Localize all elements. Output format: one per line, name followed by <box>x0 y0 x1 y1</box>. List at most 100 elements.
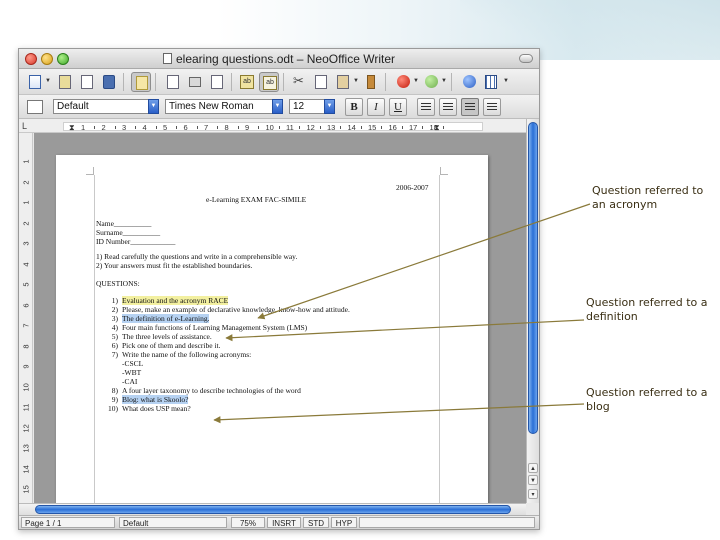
insert-table-button[interactable] <box>481 72 501 92</box>
font-size-dropdown-icon[interactable]: ▼ <box>324 99 335 114</box>
copy-icon <box>315 75 327 89</box>
vertical-ruler-tick-label: 1 <box>21 159 31 164</box>
spellcheck-button[interactable]: ab <box>237 72 257 92</box>
question-text-highlighted: Evaluation and the acronym RACE <box>122 296 229 305</box>
toolbar-separator <box>155 73 156 91</box>
redo-button[interactable] <box>421 72 441 92</box>
ruler-tick-label: 8 <box>224 123 229 132</box>
ruler-tick-label: 5 <box>163 123 168 132</box>
hyperlink-mode-indicator[interactable]: HYP <box>331 517 357 528</box>
ruler-tick-mark <box>94 126 96 129</box>
horizontal-scroll-thumb[interactable] <box>35 505 511 514</box>
ruler-tick-label: 2 <box>101 123 106 132</box>
ruler-tick-mark <box>299 126 301 129</box>
document-page[interactable]: 2006-2007 e-Learning EXAM FAC-SIMILE Nam… <box>56 155 488 503</box>
vertical-ruler-tick-label: 2 <box>21 220 31 226</box>
align-left-button[interactable] <box>417 98 435 116</box>
name-field: Name__________ <box>96 219 152 228</box>
ruler-tick-mark <box>135 126 137 129</box>
copy-button[interactable] <box>311 72 331 92</box>
document-area[interactable]: 2006-2007 e-Learning EXAM FAC-SIMILE Nam… <box>34 133 526 503</box>
autospellcheck-button[interactable]: ab <box>259 72 279 92</box>
instruction-2: 2) Your answers must fit the established… <box>96 261 253 270</box>
vertical-scroll-thumb[interactable] <box>528 122 538 434</box>
paste-button[interactable] <box>333 72 353 92</box>
ruler-tick-label: 10 <box>265 123 274 132</box>
page-indicator[interactable]: Page 1 / 1 <box>21 517 115 528</box>
ruler-tick-label: 1 <box>81 123 86 132</box>
right-indent-marker[interactable]: ⧗ <box>434 123 440 133</box>
vertical-ruler[interactable]: 1 2 1 2 3 4 5 6 7 8 9 10 11 12 13 14 15 <box>19 133 33 503</box>
ruler-tick-label: 11 <box>286 123 294 132</box>
cut-button[interactable]: ✂ <box>289 72 309 92</box>
ruler-tick-mark <box>237 126 239 129</box>
page-style-indicator[interactable]: Default <box>119 517 227 528</box>
font-name-select[interactable]: Times New Roman ▼ <box>165 99 283 114</box>
new-dropdown-arrow-icon[interactable]: ▼ <box>45 78 51 84</box>
open-button[interactable] <box>55 72 75 92</box>
toolbar-toggle-button[interactable] <box>519 54 533 63</box>
new-document-button[interactable] <box>25 72 45 92</box>
paragraph-style-dropdown-icon[interactable]: ▼ <box>148 99 159 114</box>
justify-button[interactable] <box>483 98 501 116</box>
vertical-scrollbar[interactable]: ▲ ▼ ▾ <box>526 119 539 503</box>
vertical-ruler-tick-label: 5 <box>21 282 31 287</box>
question-number: 6) <box>111 341 118 350</box>
paste-dropdown-arrow-icon[interactable]: ▼ <box>353 78 359 84</box>
undo-dropdown-arrow-icon[interactable]: ▼ <box>413 78 419 84</box>
ruler-tick-label: 6 <box>183 123 188 132</box>
scroll-down-button[interactable]: ▼ <box>528 475 538 485</box>
ruler-tick-label: 17 <box>409 123 418 132</box>
edit-mode-button[interactable] <box>131 72 151 92</box>
selection-mode-indicator[interactable]: STD <box>303 517 329 528</box>
bold-button[interactable]: B <box>345 98 363 116</box>
save-button[interactable] <box>77 72 97 92</box>
page-preview-button[interactable] <box>207 72 227 92</box>
ruler-tick-label: 7 <box>204 123 209 132</box>
align-right-button[interactable] <box>461 98 479 116</box>
print-button[interactable] <box>185 72 205 92</box>
vertical-ruler-tick-label: 13 <box>21 444 31 453</box>
left-indent-marker[interactable]: ⧗ <box>69 123 75 133</box>
italic-button[interactable]: I <box>367 98 385 116</box>
zoom-indicator[interactable]: 75% <box>231 517 265 528</box>
question-8: 8) A four layer taxonomy to describe tech… <box>104 386 301 395</box>
question-text: Please, make an example of declarative k… <box>122 305 350 314</box>
ruler-tick-label: 14 <box>347 123 356 132</box>
redo-dropdown-arrow-icon[interactable]: ▼ <box>441 78 447 84</box>
save-as-button[interactable] <box>99 72 119 92</box>
autospellcheck-icon: ab <box>263 76 277 90</box>
scroll-up-button[interactable]: ▲ <box>528 463 538 473</box>
navigator-button[interactable] <box>459 72 479 92</box>
font-name-dropdown-icon[interactable]: ▼ <box>272 99 283 114</box>
tab-type-selector[interactable]: L <box>22 121 27 131</box>
question-number: 9) <box>111 395 118 404</box>
vertical-ruler-tick-label: 1 <box>21 200 31 205</box>
redo-icon <box>425 75 438 88</box>
font-size-select[interactable]: 12 ▼ <box>289 99 335 114</box>
window-title: elearing questions.odt – NeoOffice Write… <box>19 52 539 66</box>
ruler-tick-mark <box>422 126 424 129</box>
ruler-tick-mark <box>258 126 260 129</box>
open-folder-icon <box>59 75 71 89</box>
insert-mode-indicator[interactable]: INSRT <box>267 517 301 528</box>
ruler-tick-mark <box>360 126 362 129</box>
horizontal-scrollbar[interactable] <box>19 503 526 515</box>
table-dropdown-arrow-icon[interactable]: ▼ <box>503 78 509 84</box>
undo-button[interactable] <box>393 72 413 92</box>
paragraph-style-select[interactable]: Default ▼ <box>53 99 159 114</box>
horizontal-ruler[interactable]: L 1 2 3 4 5 6 7 8 9 10 11 12 13 14 15 16 17 18 ⧗ ⧗ <box>19 119 539 133</box>
clone-formatting-button[interactable] <box>361 72 381 92</box>
font-name-value: Times New Roman <box>169 101 254 112</box>
next-page-button[interactable]: ▾ <box>528 489 538 499</box>
ruler-tick-label: 4 <box>142 123 147 132</box>
vertical-ruler-tick-label: 2 <box>21 179 31 185</box>
styles-formatting-icon[interactable] <box>27 100 43 114</box>
align-center-button[interactable] <box>439 98 457 116</box>
acronym-cscl: -CSCL <box>104 359 143 368</box>
question-number: 2) <box>111 305 118 314</box>
export-pdf-button[interactable] <box>163 72 183 92</box>
vertical-ruler-tick-label: 14 <box>21 464 31 473</box>
vertical-ruler-tick-label: 8 <box>21 343 31 349</box>
underline-button[interactable]: U <box>389 98 407 116</box>
